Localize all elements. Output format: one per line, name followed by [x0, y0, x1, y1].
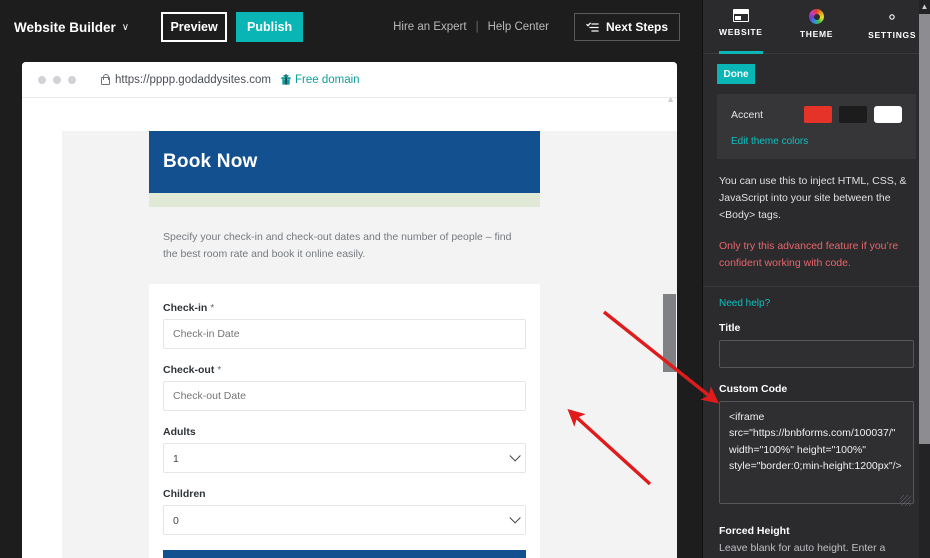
- forced-height-label: Forced Height: [719, 525, 790, 537]
- app-root: Website Builder ∨ Preview Publish Hire a…: [0, 0, 930, 558]
- booking-widget: Book Now Specify your check-in and check…: [149, 131, 540, 558]
- preview-button[interactable]: Preview: [161, 12, 228, 42]
- url-bar[interactable]: https://pppp.godaddysites.com: [100, 74, 271, 86]
- edit-theme-colors-link[interactable]: Edit theme colors: [731, 136, 902, 147]
- tab-theme[interactable]: THEME: [779, 0, 855, 54]
- window-icon: [732, 9, 749, 22]
- title-field-label: Title: [719, 322, 741, 334]
- publish-button[interactable]: Publish: [236, 12, 304, 42]
- accent-swatch-white-selected[interactable]: [874, 106, 902, 123]
- checkin-label: Check-in *: [163, 301, 215, 314]
- top-toolbar: Website Builder ∨ Preview Publish Hire a…: [0, 0, 702, 54]
- gear-icon: [889, 14, 895, 20]
- canvas-scrollbar[interactable]: [663, 94, 676, 558]
- panel-tabs: WEBSITE THEME SETTINGS: [703, 0, 930, 54]
- children-label: Children: [163, 487, 206, 500]
- accent-label: Accent: [731, 108, 764, 121]
- help-center-link[interactable]: Help Center: [479, 21, 558, 33]
- accent-card: Accent Edit theme colors: [717, 94, 916, 159]
- scroll-up-icon[interactable]: ▲: [919, 2, 930, 12]
- tab-website-label: WEBSITE: [719, 27, 763, 37]
- booking-widget-header: Book Now: [149, 131, 540, 193]
- advanced-warning-text: Only try this advanced feature if you’re…: [719, 240, 899, 269]
- right-panel: WEBSITE THEME SETTINGS Done Accent Edit …: [702, 0, 930, 558]
- booking-widget-description: Specify your check-in and check-out date…: [163, 231, 512, 261]
- booking-widget-title: Book Now: [163, 151, 258, 172]
- custom-code-textarea[interactable]: [719, 401, 914, 504]
- need-help-link[interactable]: Need help?: [719, 298, 914, 309]
- tab-theme-label: THEME: [799, 29, 834, 39]
- website-builder-label: Website Builder: [14, 19, 116, 35]
- custom-code-fields: Need help? Title Custom Code Forced Heig…: [703, 287, 930, 558]
- booking-form: Check-in * Check-out * Adults 1: [149, 283, 540, 558]
- chevron-down-icon: ∨: [121, 21, 130, 33]
- accent-row: Accent: [731, 106, 902, 123]
- next-steps-button[interactable]: Next Steps: [573, 13, 680, 41]
- top-toolbar-right: Hire an Expert | Help Center Next Steps: [384, 13, 702, 41]
- lock-icon: [100, 74, 110, 85]
- forced-height-hint: Leave blank for auto height. Enter a num…: [719, 542, 886, 558]
- panel-scrollbar-thumb[interactable]: [919, 14, 930, 444]
- children-select[interactable]: 0: [163, 504, 526, 535]
- field-group-checkout: Check-out *: [163, 364, 526, 411]
- accent-swatch-red[interactable]: [804, 106, 832, 123]
- custom-code-label: Custom Code: [719, 383, 788, 395]
- window-dots: [38, 75, 76, 84]
- panel-scrollbar[interactable]: ▲: [919, 0, 930, 558]
- adults-value: 1: [163, 442, 526, 473]
- inject-info-text: You can use this to inject HTML, CSS, & …: [719, 175, 907, 221]
- color-wheel-icon: [809, 9, 824, 24]
- preview-browser-bar: https://pppp.godaddysites.com Free domai…: [22, 62, 677, 98]
- info-block: You can use this to inject HTML, CSS, & …: [703, 159, 930, 287]
- preview-page: Book Now Specify your check-in and check…: [22, 98, 677, 558]
- site-preview-frame: https://pppp.godaddysites.com Free domai…: [22, 62, 677, 558]
- website-builder-menu[interactable]: Website Builder ∨: [14, 20, 129, 35]
- tab-settings-label: SETTINGS: [868, 30, 917, 40]
- window-dot-red: [38, 75, 46, 84]
- adults-label: Adults: [163, 425, 196, 438]
- field-group-adults: Adults 1: [163, 426, 526, 473]
- hire-an-expert-link[interactable]: Hire an Expert: [384, 21, 476, 33]
- accent-swatch-black[interactable]: [839, 106, 867, 123]
- window-dot-yellow: [53, 75, 61, 84]
- booking-widget-accent-band: [149, 193, 540, 207]
- gift-icon: [281, 74, 291, 85]
- field-group-checkin: Check-in *: [163, 302, 526, 349]
- accent-swatches: [804, 106, 902, 123]
- checkout-label: Check-out *: [163, 363, 222, 376]
- checklist-icon: [586, 21, 599, 32]
- next-steps-label: Next Steps: [605, 20, 668, 34]
- title-input[interactable]: [719, 340, 914, 368]
- panel-content: Done Accent Edit theme colors You can us…: [703, 54, 930, 558]
- search-button[interactable]: Search: [163, 549, 526, 558]
- canvas-scrollbar-thumb[interactable]: [663, 294, 676, 372]
- url-text: https://pppp.godaddysites.com: [115, 73, 271, 86]
- window-dot-green: [68, 75, 76, 84]
- free-domain-link[interactable]: Free domain: [281, 74, 360, 86]
- done-row: Done: [703, 54, 930, 92]
- done-button[interactable]: Done: [717, 64, 755, 84]
- editor-canvas: https://pppp.godaddysites.com Free domai…: [0, 54, 702, 558]
- free-domain-label: Free domain: [295, 73, 360, 86]
- adults-select[interactable]: 1: [163, 442, 526, 473]
- checkin-date-input[interactable]: [163, 318, 526, 349]
- checkout-date-input[interactable]: [163, 380, 526, 411]
- children-value: 0: [163, 504, 526, 535]
- tab-website[interactable]: WEBSITE: [703, 0, 779, 54]
- field-group-children: Children 0: [163, 488, 526, 535]
- custom-code-wrap: [719, 395, 914, 509]
